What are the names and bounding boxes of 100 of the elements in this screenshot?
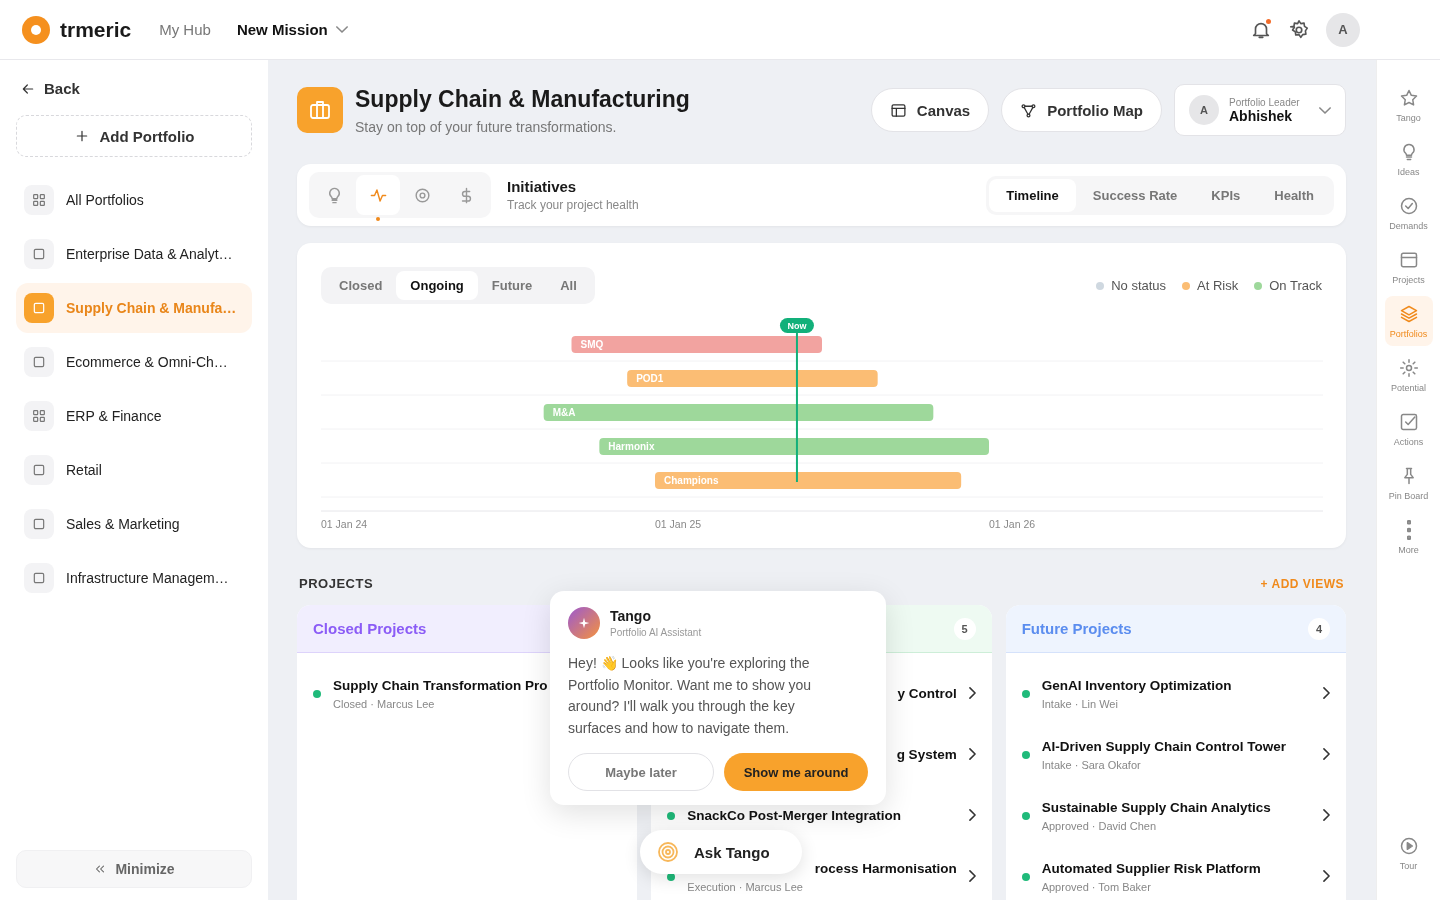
timeline-bar[interactable] (571, 336, 822, 353)
timeline-bar[interactable] (599, 438, 989, 455)
chevron-down-icon (1319, 106, 1331, 114)
logo-icon (22, 15, 50, 44)
square-icon (31, 516, 47, 532)
chevron-right-icon (1323, 686, 1330, 699)
project-meta: Approved · David Chen (1041, 819, 1156, 832)
canvas-button[interactable]: Canvas (870, 88, 990, 132)
chevron-right-icon (968, 686, 976, 699)
square-icon (31, 462, 47, 478)
nav-link[interactable]: My Hub (159, 21, 211, 38)
more-icon (1406, 519, 1411, 540)
chevron-right-icon (1323, 869, 1330, 882)
sidebar-item[interactable]: All Portfolios (16, 175, 252, 225)
status-dot (1021, 811, 1030, 820)
grid-icon (31, 408, 47, 424)
project-title[interactable]: Automated Supplier Risk Platform (1041, 860, 1261, 876)
section-heading: PROJECTS (299, 576, 374, 591)
assistant-message: Hey! 👋 Looks like you're exploring the Portfolio Monitor. Want me to show you around? I'll walk you through the key surfaces and how to navigate them. (568, 654, 813, 738)
axis-tick-label: 01 Jan 25 (655, 518, 702, 530)
project-meta: Approved · Tom Baker (1041, 880, 1151, 893)
legend-label: At Risk (1197, 278, 1239, 293)
axis-tick-label: 01 Jan 24 (321, 518, 368, 530)
rail-item[interactable]: Ideas (1384, 134, 1433, 184)
bar-label: Harmonix (608, 441, 655, 452)
back-button[interactable]: Back (16, 76, 84, 101)
timeline-bar[interactable] (627, 370, 878, 387)
timeline-bar[interactable] (543, 404, 934, 421)
project-title[interactable]: AI-Driven Supply Chain Control Tower (1041, 738, 1286, 754)
bar-label: M&A (552, 407, 576, 418)
filter-tab[interactable]: Closed (325, 271, 397, 300)
status-dot (1021, 750, 1030, 759)
status-dot (313, 689, 321, 698)
project-title[interactable]: rocess Harmonisation (814, 860, 957, 876)
count-badge: 5 (953, 617, 976, 640)
view-tab[interactable]: Health (1257, 178, 1331, 212)
chevron-right-icon (968, 869, 976, 882)
briefcase-icon (308, 98, 332, 122)
filter-tab[interactable]: Future (477, 271, 547, 300)
legend-label: On Track (1269, 278, 1322, 293)
play-icon (1398, 835, 1419, 856)
project-meta: Intake · Lin Wei (1041, 697, 1118, 710)
nav-link[interactable]: New Mission (236, 21, 348, 38)
minimize-button[interactable]: Minimize (16, 850, 252, 888)
assistant-name: Tango (610, 608, 652, 624)
count-badge: 4 (1308, 617, 1330, 640)
portfolio-leader-dropdown[interactable]: A Portfolio Leader Abhishek (1174, 84, 1346, 136)
sidebar-item[interactable]: Retail (16, 445, 252, 495)
chevron-right-icon (1323, 808, 1330, 821)
chevron-right-icon (968, 808, 976, 821)
square-icon (31, 570, 47, 586)
project-title[interactable]: g System (896, 747, 957, 762)
rail-item[interactable]: Actions (1384, 404, 1433, 454)
sidebar-item[interactable]: Ecommerce & Omni-Ch… (16, 337, 252, 387)
star-icon (1398, 87, 1419, 108)
sidebar-item[interactable]: Sales & Marketing (16, 499, 252, 549)
tour-button[interactable]: Tour (1384, 828, 1433, 878)
filter-tab[interactable]: All (546, 271, 591, 300)
project-title[interactable]: SnackCo Post-Merger Integration (687, 808, 902, 823)
rail-item[interactable]: Pin Board (1384, 458, 1433, 508)
project-meta: Intake · Sara Okafor (1041, 758, 1141, 771)
project-meta: Execution · Marcus Lee (687, 880, 803, 893)
view-tab[interactable]: KPIs (1194, 178, 1258, 212)
maybe-later-button[interactable]: Maybe later (568, 753, 714, 791)
target-icon (412, 185, 432, 205)
layout-icon (889, 101, 907, 119)
assistant-role: Portfolio AI Assistant (610, 627, 702, 638)
view-tab[interactable]: Timeline (989, 178, 1076, 212)
user-avatar[interactable]: A (1326, 12, 1360, 47)
project-title[interactable]: Supply Chain Transformation Pro (333, 677, 548, 693)
rail-item[interactable]: Projects (1384, 242, 1433, 292)
network-icon (1020, 101, 1038, 119)
square-icon (31, 300, 47, 316)
rail-item[interactable]: Tango (1384, 80, 1433, 130)
project-title[interactable]: Sustainable Supply Chain Analytics (1041, 799, 1271, 815)
axis-tick-label: 01 Jan 26 (989, 518, 1036, 530)
section-title: Initiatives (507, 177, 578, 195)
project-title[interactable]: y Control (897, 686, 957, 701)
show-me-around-button[interactable]: Show me around (724, 753, 868, 791)
square-icon (31, 354, 47, 370)
project-title[interactable]: GenAI Inventory Optimization (1041, 677, 1232, 693)
status-dot (667, 811, 676, 820)
section-subtitle: Track your project health (507, 197, 639, 212)
page-title: Supply Chain & Manufacturing (355, 85, 690, 113)
checkbox-icon (1398, 411, 1419, 432)
settings-icon (1288, 18, 1310, 41)
rail-item[interactable]: More (1384, 512, 1433, 562)
rail-item[interactable]: Demands (1384, 188, 1433, 238)
concentric-circles-icon (656, 840, 680, 864)
rail-item[interactable]: Potential (1384, 350, 1433, 400)
portfolio-map-button[interactable]: Portfolio Map (1001, 88, 1162, 132)
chevron-right-icon (1323, 747, 1330, 760)
sidebar-item[interactable]: ERP & Finance (16, 391, 252, 441)
sidebar-item[interactable]: Infrastructure Managem… (16, 553, 252, 603)
sidebar-item[interactable]: Enterprise Data & Analyt… (16, 229, 252, 279)
filter-tab[interactable]: Ongoing (396, 271, 478, 300)
add-portfolio-button[interactable]: Add Portfolio (16, 115, 252, 157)
view-tab[interactable]: Success Rate (1075, 178, 1195, 212)
ask-tango-button[interactable]: Ask Tango (640, 830, 802, 874)
timeline-bar[interactable] (655, 472, 962, 489)
